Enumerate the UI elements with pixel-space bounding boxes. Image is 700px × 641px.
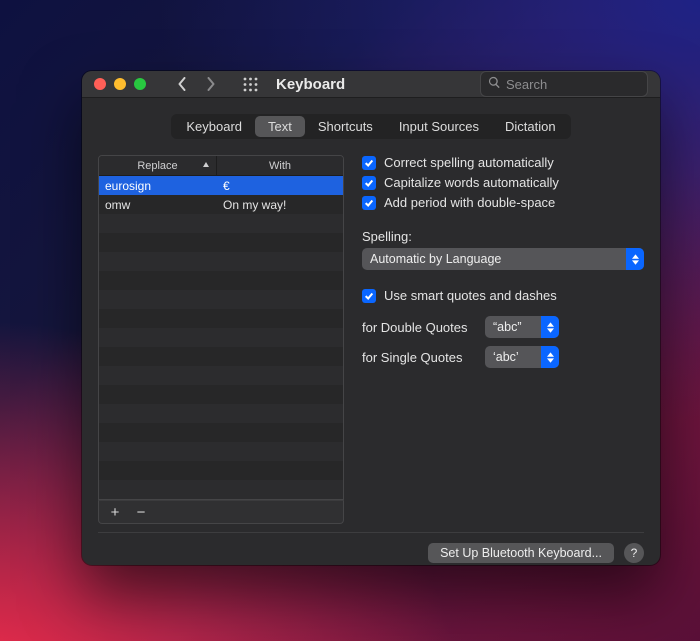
cell-with: € xyxy=(217,179,343,193)
nav-arrows xyxy=(170,72,222,96)
table-row-empty xyxy=(99,347,343,366)
bottom-bar: Set Up Bluetooth Keyboard... ? xyxy=(98,532,644,563)
table-row-empty xyxy=(99,271,343,290)
titlebar: Keyboard xyxy=(82,71,660,98)
spelling-select[interactable]: Automatic by Language xyxy=(362,248,644,270)
search-field[interactable] xyxy=(480,71,648,97)
content-area: Replace With eurosign€omwOn my way! + − xyxy=(98,155,644,524)
table-row-empty xyxy=(99,442,343,461)
table-row-empty xyxy=(99,290,343,309)
bluetooth-keyboard-button[interactable]: Set Up Bluetooth Keyboard... xyxy=(428,543,614,563)
table-body: eurosign€omwOn my way! xyxy=(99,176,343,499)
tab-text[interactable]: Text xyxy=(255,116,305,137)
zoom-window-button[interactable] xyxy=(134,78,146,90)
select-arrows-icon xyxy=(541,316,559,338)
double-quotes-row: for Double Quotes “abc” xyxy=(362,316,644,338)
remove-replacement-button[interactable]: − xyxy=(131,503,151,521)
table-row-empty xyxy=(99,480,343,499)
checkbox-checked-icon xyxy=(362,289,376,303)
back-button[interactable] xyxy=(170,72,194,96)
smart-quotes-label: Use smart quotes and dashes xyxy=(384,288,557,303)
cell-with: On my way! xyxy=(217,198,343,212)
table-row-empty xyxy=(99,252,343,271)
traffic-lights xyxy=(94,78,146,90)
table-row-empty xyxy=(99,309,343,328)
table-row-empty xyxy=(99,404,343,423)
window-body: KeyboardTextShortcutsInput SourcesDictat… xyxy=(82,98,660,565)
cell-replace: omw xyxy=(99,198,217,212)
select-arrows-icon xyxy=(626,248,644,270)
table-row-empty xyxy=(99,461,343,480)
double-space-period-option[interactable]: Add period with double-space xyxy=(362,195,644,210)
correct-spelling-option[interactable]: Correct spelling automatically xyxy=(362,155,644,170)
table-row-empty xyxy=(99,423,343,442)
sort-ascending-icon xyxy=(202,160,210,172)
tab-input-sources[interactable]: Input Sources xyxy=(386,116,492,137)
double-quotes-label: for Double Quotes xyxy=(362,320,477,335)
select-arrows-icon xyxy=(541,346,559,368)
search-icon xyxy=(488,76,501,92)
smart-quotes-option[interactable]: Use smart quotes and dashes xyxy=(362,288,644,303)
single-quotes-row: for Single Quotes ‘abc’ xyxy=(362,346,644,368)
cell-replace: eurosign xyxy=(99,179,217,193)
table-row[interactable]: omwOn my way! xyxy=(99,195,343,214)
tab-dictation[interactable]: Dictation xyxy=(492,116,569,137)
tab-strip: KeyboardTextShortcutsInput SourcesDictat… xyxy=(171,114,570,139)
double-space-label: Add period with double-space xyxy=(384,195,555,210)
column-header-with[interactable]: With xyxy=(217,156,343,175)
capitalize-label: Capitalize words automatically xyxy=(384,175,559,190)
minimize-window-button[interactable] xyxy=(114,78,126,90)
tab-shortcuts[interactable]: Shortcuts xyxy=(305,116,386,137)
double-quotes-select[interactable]: “abc” xyxy=(485,316,559,338)
table-row-empty xyxy=(99,233,343,252)
table-row-empty xyxy=(99,328,343,347)
checkbox-checked-icon xyxy=(362,176,376,190)
table-row-empty xyxy=(99,385,343,404)
single-quotes-select[interactable]: ‘abc’ xyxy=(485,346,559,368)
column-header-replace-label: Replace xyxy=(137,160,177,172)
tab-keyboard[interactable]: Keyboard xyxy=(173,116,255,137)
text-replacement-panel: Replace With eurosign€omwOn my way! + − xyxy=(98,155,344,524)
capitalize-option[interactable]: Capitalize words automatically xyxy=(362,175,644,190)
column-header-replace[interactable]: Replace xyxy=(99,156,217,175)
search-input[interactable] xyxy=(506,77,640,92)
table-row[interactable]: eurosign€ xyxy=(99,176,343,195)
column-header-with-label: With xyxy=(269,160,291,172)
help-button[interactable]: ? xyxy=(624,543,644,563)
checkbox-checked-icon xyxy=(362,156,376,170)
table-row-empty xyxy=(99,366,343,385)
single-quotes-label: for Single Quotes xyxy=(362,350,477,365)
window-title: Keyboard xyxy=(276,76,345,93)
options-panel: Correct spelling automatically Capitaliz… xyxy=(362,155,644,524)
forward-button[interactable] xyxy=(198,72,222,96)
table-header: Replace With xyxy=(99,156,343,176)
checkbox-checked-icon xyxy=(362,196,376,210)
add-replacement-button[interactable]: + xyxy=(105,503,125,521)
correct-spelling-label: Correct spelling automatically xyxy=(384,155,554,170)
close-window-button[interactable] xyxy=(94,78,106,90)
preferences-window: Keyboard KeyboardTextShortcutsInput Sour… xyxy=(82,71,660,565)
table-footer: + − xyxy=(98,500,344,524)
replacement-table: Replace With eurosign€omwOn my way! xyxy=(98,155,344,500)
table-row-empty xyxy=(99,214,343,233)
spelling-value: Automatic by Language xyxy=(370,252,501,266)
spelling-label: Spelling: xyxy=(362,229,644,244)
show-all-prefs-button[interactable] xyxy=(238,72,262,96)
double-quotes-value: “abc” xyxy=(493,320,521,334)
single-quotes-value: ‘abc’ xyxy=(493,350,519,364)
